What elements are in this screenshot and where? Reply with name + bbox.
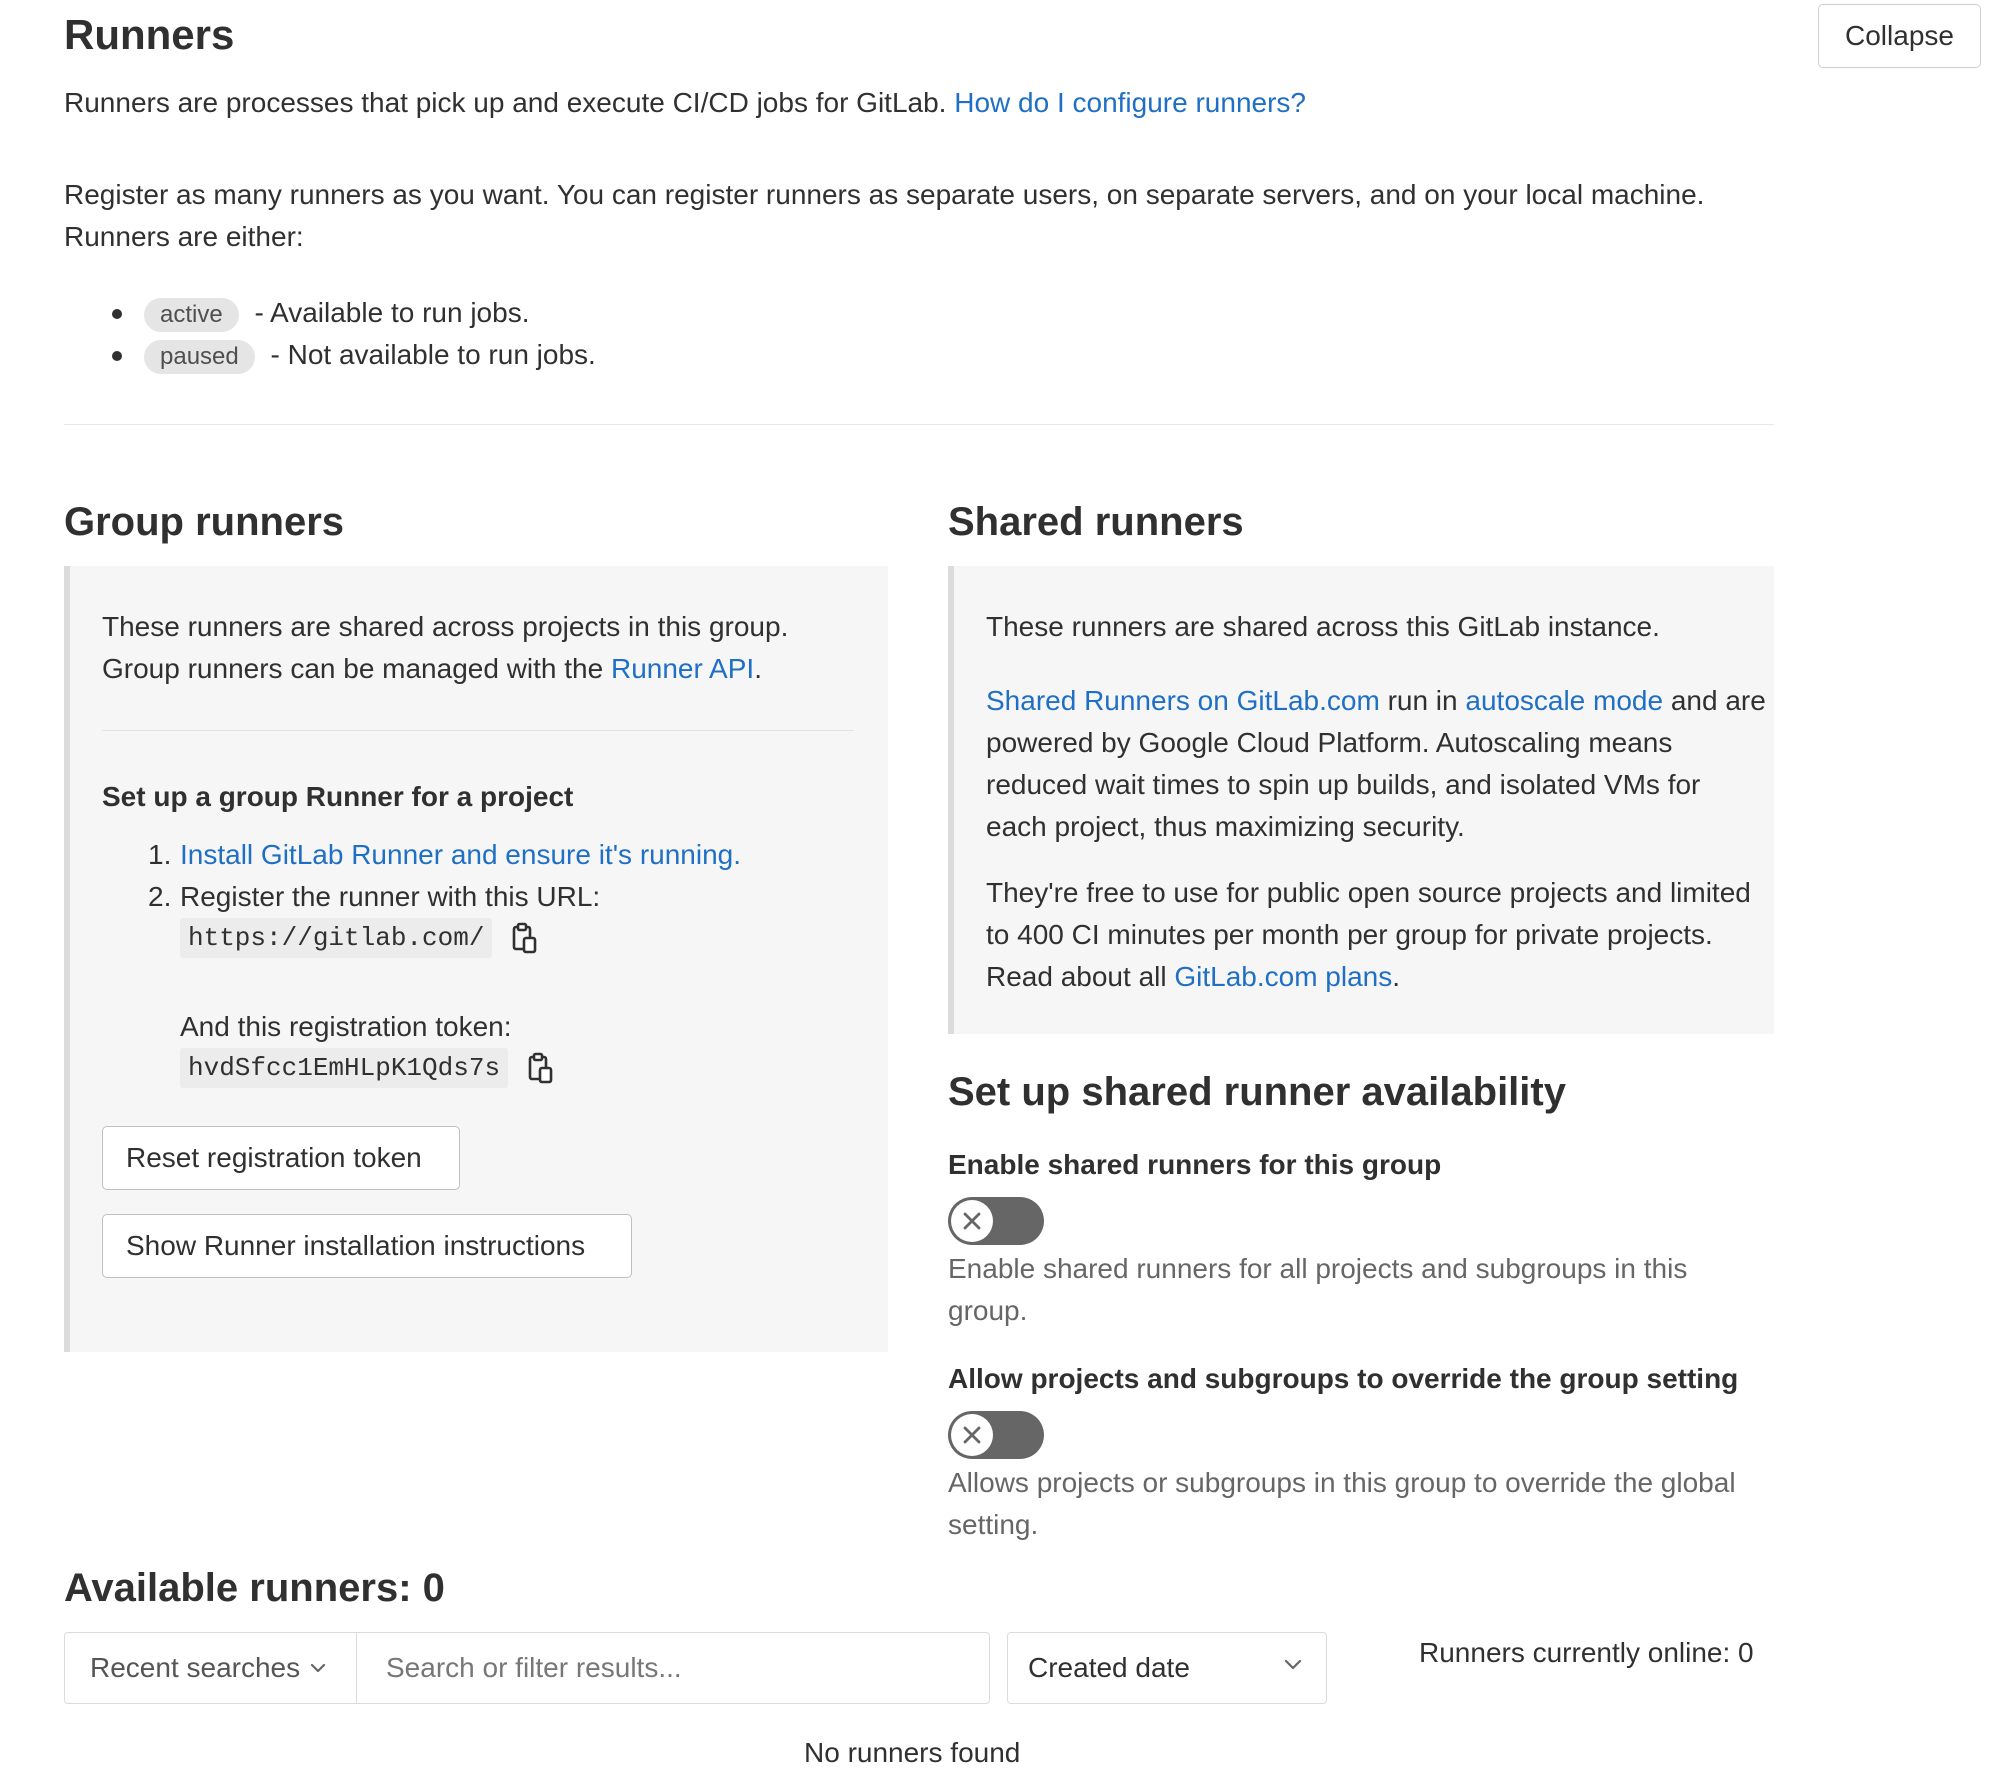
- list-item: 1. Install GitLab Runner and ensure it's …: [148, 834, 741, 876]
- shared-runners-autoscale-paragraph: Shared Runners on GitLab.com run in auto…: [986, 680, 1766, 848]
- show-instructions-button[interactable]: Show Runner installation instructions: [102, 1214, 632, 1278]
- intro-paragraph: Runners are processes that pick up and e…: [64, 82, 1764, 124]
- list-item: 2. Register the runner with this URL:: [148, 876, 741, 918]
- collapse-button[interactable]: Collapse: [1818, 4, 1981, 68]
- reset-token-button[interactable]: Reset registration token: [102, 1126, 460, 1190]
- available-runners-title: Available runners: 0: [64, 1566, 445, 1610]
- step-number: 2.: [148, 881, 172, 912]
- sort-label: Created date: [1028, 1652, 1190, 1683]
- state-description: - Not available to run jobs.: [270, 339, 596, 370]
- active-badge: active: [144, 298, 239, 332]
- autoscale-mode-link[interactable]: autoscale mode: [1465, 685, 1663, 716]
- empty-state-text: No runners found: [804, 1737, 1021, 1768]
- install-runner-link[interactable]: Install GitLab Runner and ensure it's ru…: [180, 839, 741, 870]
- close-icon: [951, 1414, 993, 1456]
- panel-divider: [102, 730, 854, 731]
- list-item: active - Available to run jobs.: [64, 292, 596, 334]
- paused-badge: paused: [144, 340, 255, 374]
- enable-shared-runners-label: Enable shared runners for this group: [948, 1149, 1442, 1180]
- group-runners-description: These runners are shared across projects…: [102, 606, 872, 690]
- copy-icon[interactable]: [512, 922, 538, 954]
- registration-token: hvdSfcc1EmHLpK1Qds7s: [180, 1048, 509, 1088]
- group-runners-panel: These runners are shared across projects…: [64, 566, 888, 1352]
- runners-online-count: Runners currently online: 0: [1419, 1637, 1754, 1668]
- url-row: https://gitlab.com/: [180, 918, 538, 958]
- search-input[interactable]: [358, 1633, 988, 1703]
- recent-searches-dropdown[interactable]: Recent searches: [65, 1633, 357, 1703]
- chevron-down-icon: [1284, 1659, 1302, 1671]
- page-title: Runners: [64, 11, 235, 58]
- enable-shared-runners-help: Enable shared runners for all projects a…: [948, 1253, 1688, 1326]
- register-url-label: Register the runner with this URL:: [180, 881, 601, 912]
- token-row: hvdSfcc1EmHLpK1Qds7s: [180, 1048, 554, 1088]
- period: .: [754, 653, 762, 684]
- intro-text: Runners are processes that pick up and e…: [64, 87, 947, 118]
- close-icon: [951, 1200, 993, 1242]
- run-in-text: run in: [1387, 685, 1458, 716]
- runner-states-list: active - Available to run jobs. paused -…: [64, 292, 596, 376]
- sort-dropdown[interactable]: Created date: [1007, 1632, 1327, 1704]
- override-setting-label: Allow projects and subgroups to override…: [948, 1363, 1739, 1394]
- period: .: [1392, 961, 1401, 992]
- filtered-search-bar: Recent searches: [64, 1632, 990, 1704]
- group-runners-title: Group runners: [64, 500, 345, 544]
- recent-searches-label: Recent searches: [90, 1652, 301, 1683]
- section-divider: [64, 424, 1774, 425]
- shared-runners-panel: These runners are shared across this Git…: [948, 566, 1774, 1034]
- chevron-down-icon: [310, 1663, 326, 1673]
- register-paragraph: Register as many runners as you want. Yo…: [64, 179, 1705, 252]
- step-number: 1.: [148, 839, 172, 870]
- override-setting-help: Allows projects or subgroups in this gro…: [948, 1467, 1736, 1540]
- setup-steps: 1. Install GitLab Runner and ensure it's …: [148, 834, 741, 918]
- shared-runners-title: Shared runners: [948, 500, 1244, 544]
- configure-runners-link[interactable]: How do I configure runners?: [954, 87, 1306, 118]
- state-description: - Available to run jobs.: [254, 297, 530, 328]
- shared-runners-desc: These runners are shared across this Git…: [986, 611, 1660, 642]
- token-label: And this registration token:: [180, 1011, 512, 1042]
- availability-title: Set up shared runner availability: [948, 1070, 1566, 1114]
- setup-group-runner-title: Set up a group Runner for a project: [102, 781, 574, 812]
- enable-shared-runners-toggle[interactable]: [948, 1197, 1044, 1245]
- list-item: paused - Not available to run jobs.: [64, 334, 596, 376]
- gitlab-plans-link[interactable]: GitLab.com plans: [1174, 961, 1392, 992]
- shared-runners-link[interactable]: Shared Runners on GitLab.com: [986, 685, 1380, 716]
- override-setting-toggle[interactable]: [948, 1411, 1044, 1459]
- registration-url: https://gitlab.com/: [180, 918, 493, 958]
- copy-icon[interactable]: [528, 1052, 554, 1084]
- runner-api-link[interactable]: Runner API: [611, 653, 754, 684]
- shared-runners-pricing-paragraph: They're free to use for public open sour…: [986, 872, 1766, 998]
